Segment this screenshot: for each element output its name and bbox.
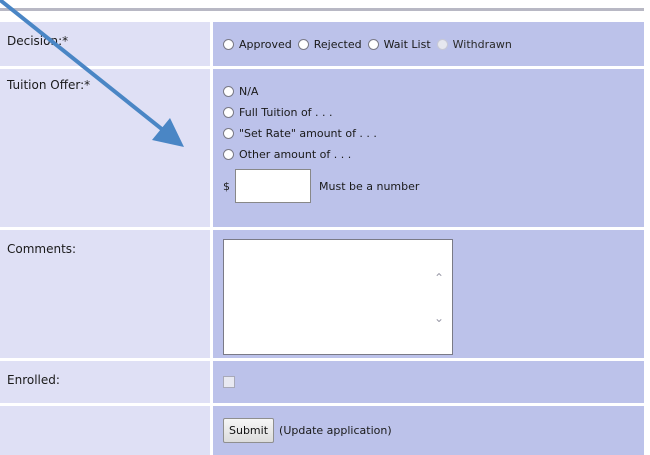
decision-label: Decision:*	[0, 22, 210, 66]
comments-label: Comments:	[0, 230, 210, 358]
decision-approved-label: Approved	[239, 37, 292, 51]
tuition-label: Tuition Offer:*	[0, 69, 210, 227]
amount-line: $ Must be a number	[223, 169, 634, 203]
decision-withdrawn-option: Withdrawn	[436, 37, 512, 51]
radio-icon[interactable]	[297, 38, 309, 50]
amount-input[interactable]	[235, 169, 311, 203]
radio-icon[interactable]	[223, 86, 234, 97]
tuition-other-label: Other amount of . . .	[239, 148, 352, 161]
submit-field-cell: Submit (Update application)	[213, 406, 644, 455]
radio-icon[interactable]	[367, 38, 379, 50]
radio-icon[interactable]	[223, 149, 234, 160]
tuition-other-option[interactable]: Other amount of . . .	[223, 144, 634, 165]
currency-symbol: $	[223, 179, 230, 193]
decision-approved-option[interactable]: Approved	[223, 38, 292, 51]
decision-rejected-option[interactable]: Rejected	[297, 37, 362, 51]
tuition-na-option[interactable]: N/A	[223, 81, 634, 102]
enrolled-checkbox[interactable]	[223, 376, 235, 388]
submit-row: Submit (Update application)	[0, 406, 644, 455]
scroll-down-icon[interactable]: ⌄	[434, 312, 444, 324]
enrolled-field-cell	[213, 361, 644, 403]
amount-hint: Must be a number	[319, 179, 420, 193]
decision-row: Decision:* Approved Rejected Wait List W…	[0, 22, 644, 66]
top-divider	[0, 8, 644, 11]
submit-label-cell	[0, 406, 210, 455]
tuition-na-label: N/A	[239, 85, 259, 98]
enrolled-row: Enrolled:	[0, 361, 644, 403]
radio-icon[interactable]	[223, 128, 234, 139]
decision-withdrawn-label: Withdrawn	[452, 37, 512, 51]
scroll-up-icon[interactable]: ⌃	[434, 272, 444, 284]
decision-rejected-label: Rejected	[313, 37, 362, 51]
decision-wait-list-label: Wait List	[383, 37, 431, 51]
radio-icon[interactable]	[223, 107, 234, 118]
tuition-set-rate-label: "Set Rate" amount of . . .	[239, 127, 377, 140]
submit-button[interactable]: Submit	[223, 418, 275, 443]
tuition-options: N/A Full Tuition of . . . "Set Rate" amo…	[213, 69, 644, 227]
radio-icon[interactable]	[223, 38, 234, 50]
comments-row: Comments: ⌃ ⌄	[0, 230, 644, 358]
tuition-row: Tuition Offer:* N/A Full Tuition of . . …	[0, 69, 644, 227]
radio-disabled-icon	[436, 38, 448, 50]
decision-wait-list-option[interactable]: Wait List	[367, 37, 431, 51]
tuition-set-rate-option[interactable]: "Set Rate" amount of . . .	[223, 123, 634, 144]
submit-note: (Update application)	[279, 424, 392, 437]
decision-options: Approved Rejected Wait List Withdrawn	[213, 22, 644, 66]
enrolled-label: Enrolled:	[0, 361, 210, 403]
tuition-full-label: Full Tuition of . . .	[239, 106, 333, 119]
tuition-full-option[interactable]: Full Tuition of . . .	[223, 102, 634, 123]
comments-field-cell: ⌃ ⌄	[213, 230, 644, 358]
comments-textarea[interactable]: ⌃ ⌄	[223, 239, 453, 355]
